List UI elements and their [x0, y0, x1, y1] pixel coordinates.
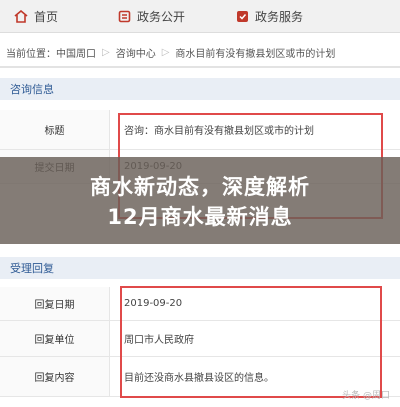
- home-icon: [14, 10, 28, 23]
- nav-gov-label: 政务公开: [137, 10, 186, 24]
- service-icon: [237, 11, 248, 22]
- breadcrumb-item-center[interactable]: 咨询中心: [116, 45, 156, 60]
- headline-line-2: 12月商水最新消息: [107, 205, 293, 229]
- reply-section-title: 受理回复: [0, 257, 400, 279]
- watermark: 头条 @周口: [342, 391, 390, 401]
- document-icon: [118, 10, 131, 23]
- nav-gov-services[interactable]: 政务服务: [218, 0, 400, 33]
- breadcrumb-item-home[interactable]: 中国周口: [56, 45, 96, 60]
- nav-gov-open[interactable]: 政务公开: [100, 0, 218, 33]
- headline-line-1: 商水新动态，深度解析: [90, 175, 310, 199]
- consult-title-label: 标题: [0, 110, 110, 149]
- breadcrumb: 当前位置： 中国周口 ▷ 咨询中心 ▷ 商水目前有没有撤县划区或市的计划: [0, 40, 400, 64]
- highlight-box: [120, 286, 382, 398]
- reply-content-label: 回复内容: [0, 357, 110, 396]
- breadcrumb-separator: ▷: [161, 46, 170, 58]
- reply-unit-label: 回复单位: [0, 321, 110, 356]
- top-nav: 首页 政务公开 政务服务: [0, 0, 400, 33]
- divider: [0, 66, 400, 68]
- breadcrumb-item-current: 商水目前有没有撤县划区或市的计划: [175, 48, 336, 60]
- consult-section-title: 咨询信息: [0, 78, 400, 100]
- breadcrumb-separator: ▷: [102, 46, 110, 58]
- nav-home-label: 首页: [34, 10, 59, 24]
- nav-home[interactable]: 首页: [0, 0, 100, 33]
- breadcrumb-prefix: 当前位置：: [6, 48, 56, 60]
- reply-date-label: 回复日期: [0, 287, 110, 320]
- headline: 商水新动态，深度解析 12月商水最新消息: [0, 172, 400, 232]
- nav-services-label: 政务服务: [255, 10, 304, 24]
